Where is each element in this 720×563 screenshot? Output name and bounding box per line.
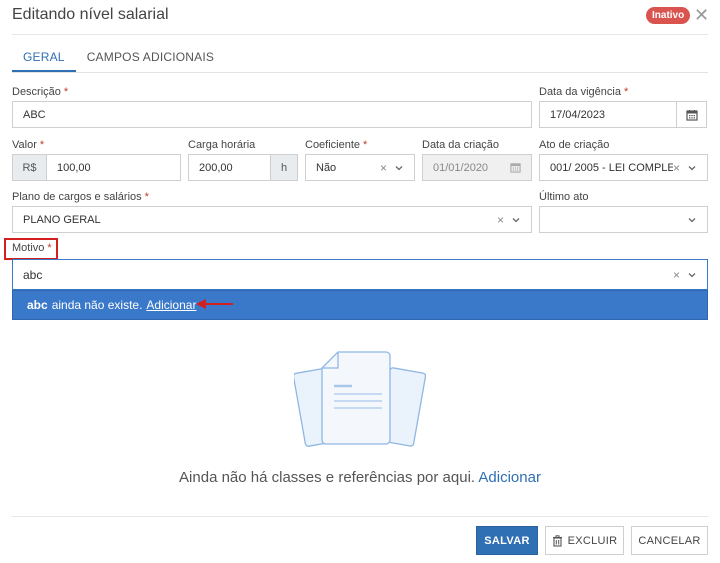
clear-icon[interactable]: ×	[673, 161, 680, 175]
ato-criacao-select[interactable]: 001/ 2005 - LEI COMPLE... ×	[539, 154, 708, 181]
plano-cargos-label: Plano de cargos e salários *	[12, 191, 149, 203]
required-mark: *	[623, 86, 629, 98]
delete-button[interactable]: EXCLUIR	[545, 526, 624, 555]
required-mark: *	[47, 242, 52, 254]
delete-label: EXCLUIR	[567, 534, 618, 547]
tab-bar: GERAL CAMPOS ADICIONAIS	[12, 44, 225, 72]
tab-campos-adicionais[interactable]: CAMPOS ADICIONAIS	[76, 44, 225, 72]
chevron-down-icon[interactable]	[394, 163, 404, 173]
required-mark: *	[363, 139, 368, 151]
status-badge: Inativo	[646, 7, 691, 24]
calendar-icon	[685, 109, 698, 121]
descricao-label: Descrição *	[12, 86, 69, 98]
chevron-down-icon[interactable]	[687, 270, 697, 280]
empty-state-add-link[interactable]: Adicionar	[478, 469, 541, 486]
close-icon[interactable]: ✕	[694, 5, 709, 25]
clear-icon[interactable]: ×	[380, 161, 387, 175]
coeficiente-label: Coeficiente *	[305, 139, 368, 151]
footer-divider	[12, 516, 708, 517]
carga-horaria-input[interactable]: 200,00	[188, 154, 271, 181]
ato-criacao-label: Ato de criação	[539, 139, 610, 151]
empty-state-message: Ainda não há classes e referências por a…	[179, 469, 541, 486]
descricao-input[interactable]: ABC	[12, 101, 532, 128]
cancel-button[interactable]: CANCELAR	[631, 526, 708, 555]
tab-divider	[12, 72, 708, 73]
calendar-icon	[510, 163, 521, 173]
tab-geral[interactable]: GERAL	[12, 44, 76, 72]
trash-icon	[552, 534, 562, 547]
carga-horaria-label: Carga horária	[188, 139, 256, 151]
ultimo-ato-label: Último ato	[539, 191, 589, 203]
clear-icon[interactable]: ×	[497, 213, 504, 227]
plano-cargos-select[interactable]: PLANO GERAL ×	[12, 206, 532, 233]
coeficiente-select[interactable]: Não ×	[305, 154, 415, 181]
ultimo-ato-select[interactable]	[539, 206, 708, 233]
data-criacao-label: Data da criação	[422, 139, 500, 151]
save-button[interactable]: SALVAR	[476, 526, 538, 555]
create-option[interactable]: abc ainda não existe. Adicionar	[12, 290, 708, 320]
calendar-button[interactable]	[676, 101, 707, 128]
currency-prefix: R$	[12, 154, 47, 181]
chevron-down-icon[interactable]	[511, 215, 521, 225]
chevron-down-icon[interactable]	[687, 215, 697, 225]
clear-icon[interactable]: ×	[673, 268, 680, 282]
required-mark: *	[63, 86, 69, 98]
data-criacao-input: 01/01/2020	[422, 154, 532, 181]
motivo-select[interactable]: abc ×	[12, 259, 708, 290]
red-arrow	[196, 299, 233, 309]
option-message: ainda não existe.	[51, 298, 143, 312]
add-option-link[interactable]: Adicionar	[146, 298, 196, 312]
valor-input[interactable]: 100,00	[46, 154, 181, 181]
chevron-down-icon[interactable]	[687, 163, 697, 173]
document-illustration	[294, 351, 426, 447]
hours-suffix: h	[270, 154, 298, 181]
option-term: abc	[27, 298, 48, 312]
valor-label: Valor *	[12, 139, 45, 151]
header-divider	[12, 34, 708, 35]
motivo-label: Motivo *	[12, 242, 52, 254]
data-vigencia-label: Data da vigência *	[539, 86, 629, 98]
data-vigencia-input[interactable]: 17/04/2023	[539, 101, 677, 128]
required-mark: *	[144, 191, 149, 203]
required-mark: *	[39, 139, 45, 151]
dialog-title: Editando nível salarial	[12, 6, 169, 23]
